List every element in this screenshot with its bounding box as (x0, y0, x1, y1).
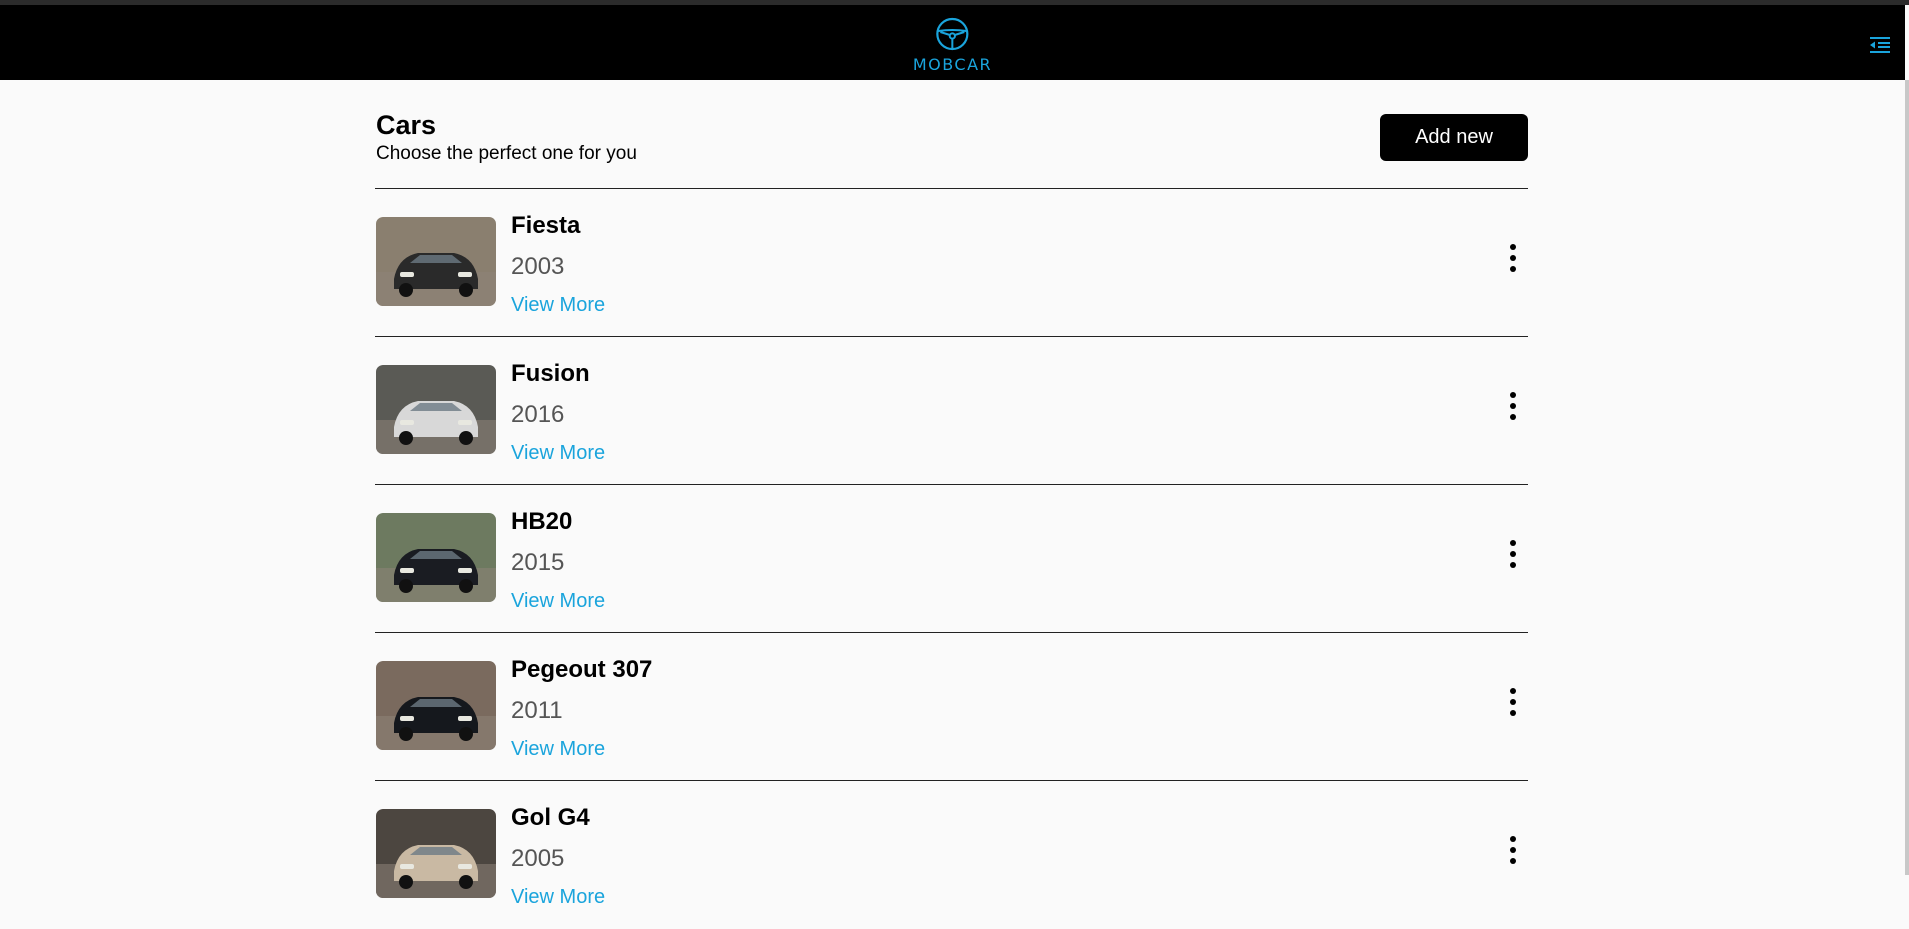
car-year: 2011 (511, 697, 563, 724)
car-photo (376, 217, 496, 306)
car-list-item: HB20 2015 View More (375, 485, 1528, 633)
car-year: 2003 (511, 253, 565, 280)
dark-hatchback-car-image (376, 217, 496, 306)
car-name: HB20 (511, 508, 573, 535)
page-title: Cars (376, 110, 437, 140)
black-hatchback-car-image (376, 513, 496, 602)
dot-icon (1510, 266, 1516, 272)
dot-icon (1510, 392, 1516, 398)
add-new-button[interactable]: Add new (1380, 114, 1528, 161)
view-more-link[interactable]: View More (511, 738, 605, 761)
more-options-button[interactable] (1508, 540, 1518, 574)
dot-icon (1510, 255, 1516, 261)
car-year: 2015 (511, 549, 565, 576)
brand-name: MOBCAR (912, 55, 993, 74)
car-name: Fiesta (511, 212, 581, 239)
more-options-button[interactable] (1508, 244, 1518, 278)
brand-logo[interactable]: MOBCAR (913, 16, 992, 74)
dot-icon (1510, 699, 1516, 705)
car-year: 2005 (511, 845, 565, 872)
black-peugeot-car-image (376, 661, 496, 750)
dot-icon (1510, 858, 1516, 864)
view-more-link[interactable]: View More (511, 442, 605, 465)
car-name: Pegeout 307 (511, 656, 653, 683)
car-list-item: Fiesta 2003 View More (375, 189, 1528, 337)
main-content: Cars Choose the perfect one for you Add … (375, 80, 1528, 928)
car-name: Fusion (511, 360, 590, 387)
silver-sedan-car-image (376, 365, 496, 454)
dot-icon (1510, 414, 1516, 420)
view-more-link[interactable]: View More (511, 590, 605, 613)
car-year: 2016 (511, 401, 565, 428)
steering-wheel-icon (934, 16, 970, 52)
dot-icon (1510, 847, 1516, 853)
dot-icon (1510, 836, 1516, 842)
car-list-item: Fusion 2016 View More (375, 337, 1528, 485)
dot-icon (1510, 403, 1516, 409)
car-list: Fiesta 2003 View More Fusion 2016 View M… (375, 189, 1528, 928)
app-header: MOBCAR (0, 5, 1905, 80)
page-subtitle: Choose the perfect one for you (376, 143, 637, 164)
car-photo (376, 365, 496, 454)
car-photo (376, 809, 496, 898)
car-photo (376, 661, 496, 750)
dot-icon (1510, 244, 1516, 250)
page-scrollbar[interactable] (1905, 80, 1909, 875)
car-photo (376, 513, 496, 602)
view-more-link[interactable]: View More (511, 294, 605, 317)
dot-icon (1510, 562, 1516, 568)
beige-car-garage-image (376, 809, 496, 898)
car-name: Gol G4 (511, 804, 590, 831)
more-options-button[interactable] (1508, 688, 1518, 722)
more-options-button[interactable] (1508, 392, 1518, 426)
car-list-item: Gol G4 2005 View More (375, 781, 1528, 928)
menu-toggle-button[interactable] (1867, 32, 1893, 58)
dot-icon (1510, 540, 1516, 546)
more-options-button[interactable] (1508, 836, 1518, 870)
dot-icon (1510, 551, 1516, 557)
page-header: Cars Choose the perfect one for you Add … (375, 80, 1528, 189)
menu-collapse-icon (1867, 32, 1893, 58)
view-more-link[interactable]: View More (511, 886, 605, 909)
dot-icon (1510, 710, 1516, 716)
dot-icon (1510, 688, 1516, 694)
car-list-item: Pegeout 307 2011 View More (375, 633, 1528, 781)
